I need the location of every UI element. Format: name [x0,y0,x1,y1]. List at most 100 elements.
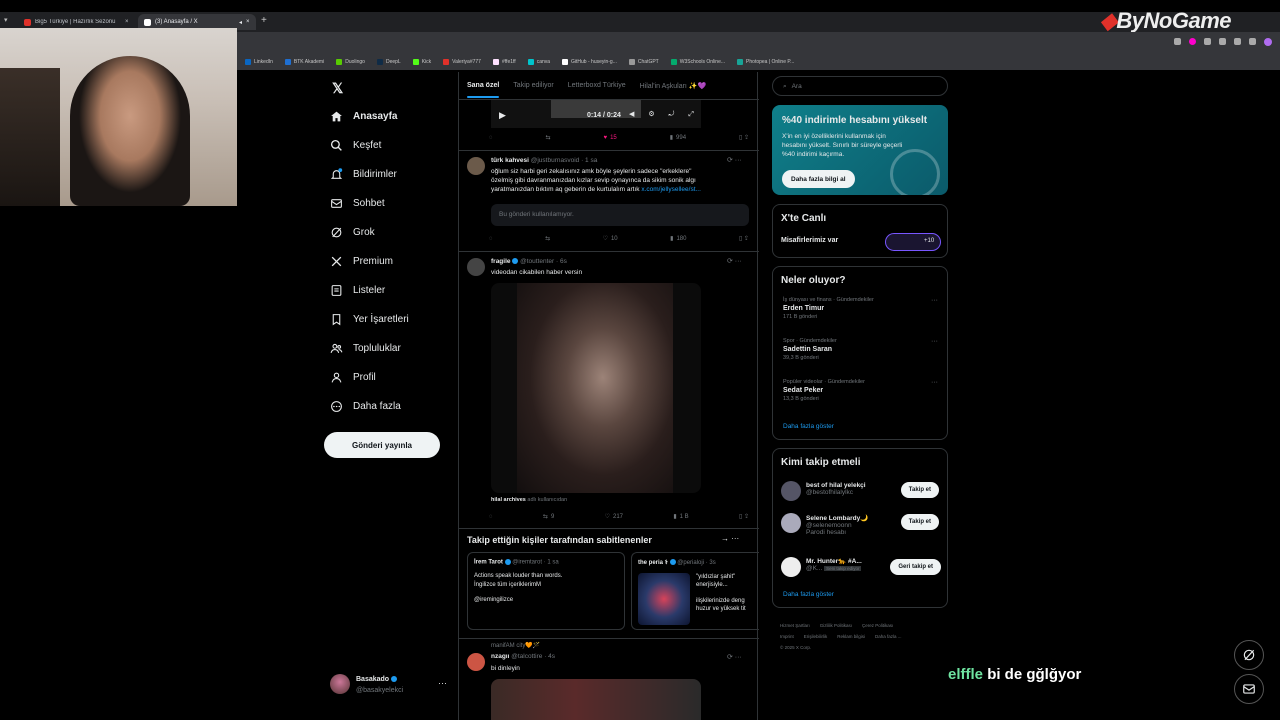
post-button[interactable]: Gönderi yayınla [324,432,440,458]
nav-item-explore[interactable]: Keşfet [330,139,381,152]
footer-link[interactable]: Reklam bilgisi [837,631,865,642]
reply-icon[interactable]: ◌ [489,235,493,242]
bookmark-item[interactable]: canva [527,59,550,65]
bookmark-item[interactable]: Photopea | Online P... [737,59,794,65]
nav-item-notifications[interactable]: Bildirimler [330,168,397,181]
avatar[interactable] [467,157,485,175]
views-icon[interactable]: ▮ 994 [670,134,686,142]
bookmark-item[interactable]: ChatGPT [628,59,659,65]
avatar[interactable] [467,258,485,276]
avatar[interactable] [781,513,801,533]
author-name[interactable]: türk kahvesi [491,157,529,164]
author-name[interactable]: nzagıı [491,653,509,660]
nav-item-premium[interactable]: Premium [330,255,393,268]
suggested-name[interactable]: Mr. Hunter🐆 #A... [806,558,862,565]
bookmark-item[interactable]: W3Schools Online... [670,59,725,65]
bookmark-icon[interactable]: ▯ ⇪ [739,513,749,520]
bookmark-item[interactable]: Valeriya#777 [443,59,481,65]
bookmark-item[interactable]: #ffe1ff [492,59,516,65]
more-options-icon[interactable]: ··· [438,678,447,688]
author-name[interactable]: fragile [491,258,511,265]
video-source[interactable]: hilal archives [491,497,526,503]
tweet-menu-icon[interactable]: ⟳ ··· [727,653,742,661]
bookmark-item[interactable]: BTK Akademi [284,59,324,65]
search-input[interactable]: ⌕ Ara [772,76,948,96]
footer-link[interactable]: Daha fazla ... [875,631,902,642]
bookmark-icon[interactable]: ▯ ⇪ [739,134,749,141]
footer-link[interactable]: Imprint [780,631,794,642]
trend-more-icon[interactable]: ··· [931,338,938,345]
tweet-media[interactable] [491,679,701,720]
bookmark-item[interactable]: Duolingo [336,59,365,65]
tweet-menu-icon[interactable]: ⟳ ··· [727,156,742,164]
nav-item-communities[interactable]: Topluluklar [330,342,401,355]
live-text[interactable]: Misafirlerimiz var [781,237,838,244]
bookmark-icon[interactable]: ▯ ⇪ [739,235,749,242]
tab-following[interactable]: Takip ediliyor [513,82,553,89]
retweet-icon[interactable]: ⇆ [546,134,551,141]
who-to-follow-show-more-link[interactable]: Daha fazla göster [783,591,834,598]
trend-item[interactable]: Popüler videolar · Gündemdekiler Sedat Pe… [783,379,865,402]
video-player[interactable]: ▶ 0:14 / 0:24 ◀ ⚙ ⤾ ⤢ [491,100,701,128]
nav-item-profile[interactable]: Profil [330,371,376,384]
video-controls[interactable]: ◀ ⚙ ⤾ ⤢ [629,110,700,119]
account-switcher[interactable]: Basakado @basakyelekci ··· [328,672,458,700]
trend-more-icon[interactable]: ··· [931,297,938,304]
nav-item-lists[interactable]: Listeler [330,284,385,297]
follow-button[interactable]: Takip et [900,514,939,530]
bookmark-item[interactable]: DeepL [376,59,401,65]
avatar[interactable] [781,481,801,501]
tab-letterboxd[interactable]: Letterboxd Türkiye [568,82,626,89]
messages-fab[interactable] [1234,674,1264,704]
close-icon[interactable]: × [246,19,250,25]
tab-for-you[interactable]: Sana özel [467,82,500,98]
play-icon[interactable]: ▶ [499,110,506,121]
footer-link[interactable]: Erişilebilirlik [804,631,828,642]
bookmark-item[interactable]: Kick [412,59,431,65]
bookmark-item[interactable]: GitHub - huseyin-g... [562,59,617,65]
tweet-video[interactable] [491,283,701,493]
avatar[interactable] [467,653,485,671]
trends-show-more-link[interactable]: Daha fazla göster [783,423,834,430]
avatar[interactable] [781,557,801,577]
like-button[interactable]: ♡ 10 [603,235,618,243]
live-avatars[interactable]: +10 [885,233,941,251]
address-bar[interactable] [237,32,1280,54]
tab-menu-icon[interactable]: ▾ [4,16,8,24]
promo-learn-more-button[interactable]: Daha fazla bilgi al [782,170,855,188]
footer-link[interactable]: Çerez Politikası [862,620,893,631]
follow-button[interactable]: Takip et [900,482,939,498]
nav-item-bookmarks[interactable]: Yer İşaretleri [330,313,409,326]
nav-item-grok[interactable]: Grok [330,226,375,239]
nav-item-more[interactable]: Daha fazla [330,400,401,413]
nav-item-messages[interactable]: Sohbet [330,197,385,210]
trend-item[interactable]: İş dünyası ve finans · Gündemdekiler Erde… [783,297,874,320]
views-icon[interactable]: ▮ 1 B [673,513,688,521]
tab-hilal[interactable]: Hilal'in Aşkuları ✨💜 [640,82,707,90]
retweet-icon[interactable]: ⇆ 9 [543,513,554,521]
new-tab-button[interactable]: + [261,15,267,26]
reply-icon[interactable]: ◌ [489,513,493,520]
tweet-menu-icon[interactable]: ⟳ ··· [727,257,742,265]
like-button[interactable]: ♡ 217 [605,513,623,521]
nav-item-home[interactable]: Anasayfa [330,110,397,123]
x-logo-icon[interactable]: 𝕏 [332,80,343,97]
trend-more-icon[interactable]: ··· [931,379,938,386]
follow-back-button[interactable]: Geri takip et [890,559,941,575]
footer-link[interactable]: Gizlilik Politikası [820,620,852,631]
pinned-card[interactable]: İrem Tarot @iremtarot · 1 sa Actions spe… [467,552,625,630]
like-button[interactable]: ♥ 15 [604,134,617,141]
pinned-arrow-icon[interactable]: → ··· [721,534,739,543]
grok-fab[interactable] [1234,640,1264,670]
close-icon[interactable]: × [125,19,129,25]
tweet-link[interactable]: x.com/jellysellee/st... [641,186,701,193]
footer-link[interactable]: Hizmet Şartları [780,620,810,631]
bookmark-item[interactable]: LinkedIn [245,59,273,65]
views-icon[interactable]: ▮ 180 [670,235,686,243]
retweet-icon[interactable]: ⇆ [545,235,550,242]
suggested-name[interactable]: best of hilal yelekçi [806,482,866,489]
reply-icon[interactable]: ◌ [489,134,493,141]
audio-icon[interactable]: ◂ [239,19,242,26]
pinned-card[interactable]: the peria ⚕ @perialoji · 3s "yıldızlar ş… [631,552,759,630]
suggested-name[interactable]: Selene Lombardy🌙 [806,515,868,522]
